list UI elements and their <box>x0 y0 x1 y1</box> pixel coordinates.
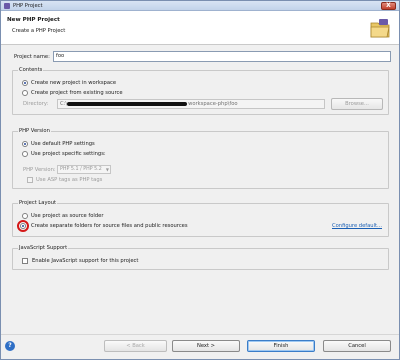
php-folder-icon <box>370 19 390 38</box>
asp-tags-checkbox[interactable] <box>27 177 33 183</box>
default-php-settings-label[interactable]: Use default PHP settings <box>31 141 95 147</box>
close-button[interactable]: X <box>381 2 396 10</box>
next-button[interactable]: Next > <box>172 340 240 352</box>
project-as-source-radio[interactable] <box>22 213 28 219</box>
asp-tags-label: Use ASP tags as PHP tags <box>36 177 103 183</box>
create-new-project-radio[interactable] <box>22 80 28 86</box>
redacted-path <box>67 101 188 106</box>
php-version-group-title: PHP Version <box>18 128 51 134</box>
project-name-label: Project name: <box>14 54 50 60</box>
chevron-down-icon: ▼ <box>105 167 109 172</box>
title-bar[interactable]: PHP Project X <box>1 1 399 11</box>
default-php-settings-radio[interactable] <box>22 141 28 147</box>
wizard-title: New PHP Project <box>7 17 60 23</box>
existing-source-radio[interactable] <box>22 90 28 96</box>
contents-group-title: Contents <box>18 67 44 73</box>
php-project-dialog: PHP Project X New PHP Project Create a P… <box>0 0 400 360</box>
browse-button[interactable]: Browse... <box>331 98 383 110</box>
directory-suffix: workspace-php\foo <box>188 101 238 107</box>
project-specific-settings-label[interactable]: Use project specific settings: <box>31 151 106 157</box>
project-name-input[interactable]: foo <box>53 51 391 62</box>
help-icon[interactable]: ? <box>5 341 15 351</box>
directory-input[interactable]: C:\ workspace-php\foo <box>57 99 325 109</box>
project-layout-group: Project Layout <box>12 200 389 237</box>
project-layout-group-title: Project Layout <box>18 200 58 206</box>
wizard-subtitle: Create a PHP Project <box>12 28 66 34</box>
javascript-support-group-title: JavaScript Support <box>18 245 69 251</box>
php-version-value: PHP 5.1 / PHP 5.2 <box>60 167 102 172</box>
eclipse-icon <box>4 3 10 9</box>
wizard-header: New PHP Project Create a PHP Project <box>1 11 399 45</box>
cancel-button[interactable]: Cancel <box>323 340 391 352</box>
window-title: PHP Project <box>13 3 43 9</box>
configure-default-link[interactable]: Configure default... <box>332 223 382 229</box>
directory-label: Directory: <box>23 101 49 107</box>
bottom-separator <box>1 334 399 335</box>
enable-javascript-checkbox[interactable] <box>22 258 28 264</box>
existing-source-label[interactable]: Create project from existing source <box>31 90 123 96</box>
project-specific-settings-radio[interactable] <box>22 151 28 157</box>
back-button[interactable]: < Back <box>104 340 167 352</box>
create-new-project-label[interactable]: Create new project in workspace <box>31 80 116 86</box>
enable-javascript-label[interactable]: Enable JavaScript support for this proje… <box>32 258 138 264</box>
php-version-label: PHP Version: <box>23 167 56 173</box>
project-as-source-label[interactable]: Use project as source folder <box>31 213 103 219</box>
finish-button[interactable]: Finish <box>247 340 315 352</box>
highlight-circle <box>17 220 29 232</box>
separate-folders-label[interactable]: Create separate folders for source files… <box>31 223 188 229</box>
directory-prefix: C:\ <box>60 101 68 107</box>
php-version-select[interactable]: PHP 5.1 / PHP 5.2 ▼ <box>57 165 111 174</box>
